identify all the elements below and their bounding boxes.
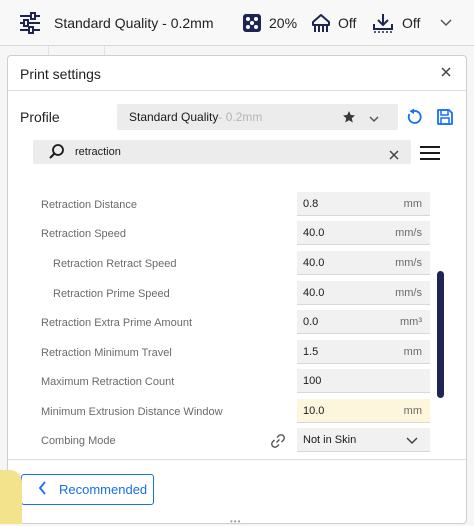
- setting-label: Retraction Retract Speed: [53, 258, 177, 270]
- scrollbar-thumb[interactable]: [437, 271, 444, 398]
- setting-label: Retraction Prime Speed: [53, 288, 170, 300]
- chevron-left-icon: [22, 481, 59, 498]
- setting-input[interactable]: 10.0 mm: [297, 399, 430, 423]
- setting-input[interactable]: 40.0 mm/s: [297, 251, 430, 275]
- setting-unit: mm: [403, 405, 422, 417]
- profile-name: Standard Quality: [129, 110, 219, 124]
- link-icon[interactable]: [270, 433, 286, 454]
- search-input[interactable]: retraction: [75, 146, 121, 158]
- setting-value: 40.0: [303, 227, 325, 239]
- settings-menu-icon[interactable]: [420, 145, 440, 166]
- combing-mode-dropdown[interactable]: Not in Skin: [297, 428, 430, 452]
- setting-unit: mm: [403, 346, 422, 358]
- search-icon: [48, 143, 66, 166]
- reset-icon[interactable]: [405, 108, 423, 131]
- background-object: [0, 470, 22, 524]
- setting-label: Retraction Distance: [41, 199, 137, 211]
- profile-label: Profile: [20, 109, 60, 125]
- setting-input[interactable]: 0.0 mm³: [297, 310, 430, 334]
- support-icon: [310, 12, 332, 34]
- support-value: Off: [338, 15, 357, 31]
- setting-label: Minimum Extrusion Distance Window: [41, 406, 223, 418]
- search-field[interactable]: retraction: [33, 140, 411, 164]
- setting-value: 100: [303, 375, 322, 387]
- setting-value: 0.0: [303, 316, 319, 328]
- setting-unit: mm: [403, 198, 422, 210]
- save-icon[interactable]: [436, 108, 454, 131]
- resize-handle-icon[interactable]: •••: [230, 517, 241, 526]
- setting-value: 40.0: [303, 287, 325, 299]
- setting-unit: mm³: [400, 316, 422, 328]
- adhesion-icon: [372, 12, 394, 34]
- chevron-down-icon: [439, 18, 453, 28]
- footer-divider: [8, 459, 466, 460]
- profile-sub: - 0.2mm: [218, 110, 263, 124]
- setting-label: Combing Mode: [41, 435, 116, 447]
- setting-label: Retraction Speed: [41, 228, 126, 240]
- panel-title: Print settings: [20, 66, 101, 82]
- toolbar-expand-button[interactable]: [439, 10, 453, 36]
- setting-label: Maximum Retraction Count: [41, 376, 175, 388]
- setting-value: Not in Skin: [303, 434, 357, 446]
- setting-label: Retraction Extra Prime Amount: [41, 317, 193, 329]
- setting-value: 0.8: [303, 198, 319, 210]
- setting-input[interactable]: 1.5 mm: [297, 340, 430, 364]
- quality-label: Standard Quality - 0.2mm: [54, 15, 214, 31]
- close-icon[interactable]: [438, 64, 454, 80]
- setting-input[interactable]: 40.0 mm/s: [297, 221, 430, 245]
- chevron-down-icon: [406, 436, 418, 448]
- infill-icon: [241, 12, 263, 34]
- adhesion-value: Off: [402, 15, 421, 31]
- infill-setting[interactable]: 20%: [241, 10, 297, 36]
- top-toolbar: Standard Quality - 0.2mm 20% Off Off: [0, 0, 474, 46]
- recommended-button[interactable]: Recommended: [21, 474, 154, 505]
- adhesion-setting[interactable]: Off: [372, 10, 420, 36]
- clear-icon[interactable]: [389, 147, 399, 165]
- setting-unit: mm/s: [395, 227, 422, 239]
- setting-value: 10.0: [303, 405, 325, 417]
- star-icon[interactable]: [342, 110, 356, 129]
- recommended-label: Recommended: [59, 482, 148, 497]
- setting-value: 1.5: [303, 346, 319, 358]
- settings-sliders-icon: [18, 12, 42, 34]
- setting-label: Retraction Minimum Travel: [41, 347, 172, 359]
- quality-selector[interactable]: Standard Quality - 0.2mm: [18, 10, 214, 36]
- print-settings-panel: Print settings Profile Standard Quality …: [7, 55, 467, 524]
- setting-input[interactable]: 0.8 mm: [297, 192, 430, 216]
- support-setting[interactable]: Off: [310, 10, 356, 36]
- infill-value: 20%: [269, 15, 298, 31]
- setting-unit: mm/s: [395, 287, 422, 299]
- setting-value: 40.0: [303, 257, 325, 269]
- panel-header: Print settings: [8, 56, 466, 91]
- chevron-down-icon[interactable]: [368, 111, 380, 129]
- setting-input[interactable]: 40.0 mm/s: [297, 281, 430, 305]
- setting-unit: mm/s: [395, 257, 422, 269]
- setting-input[interactable]: 100: [297, 369, 430, 393]
